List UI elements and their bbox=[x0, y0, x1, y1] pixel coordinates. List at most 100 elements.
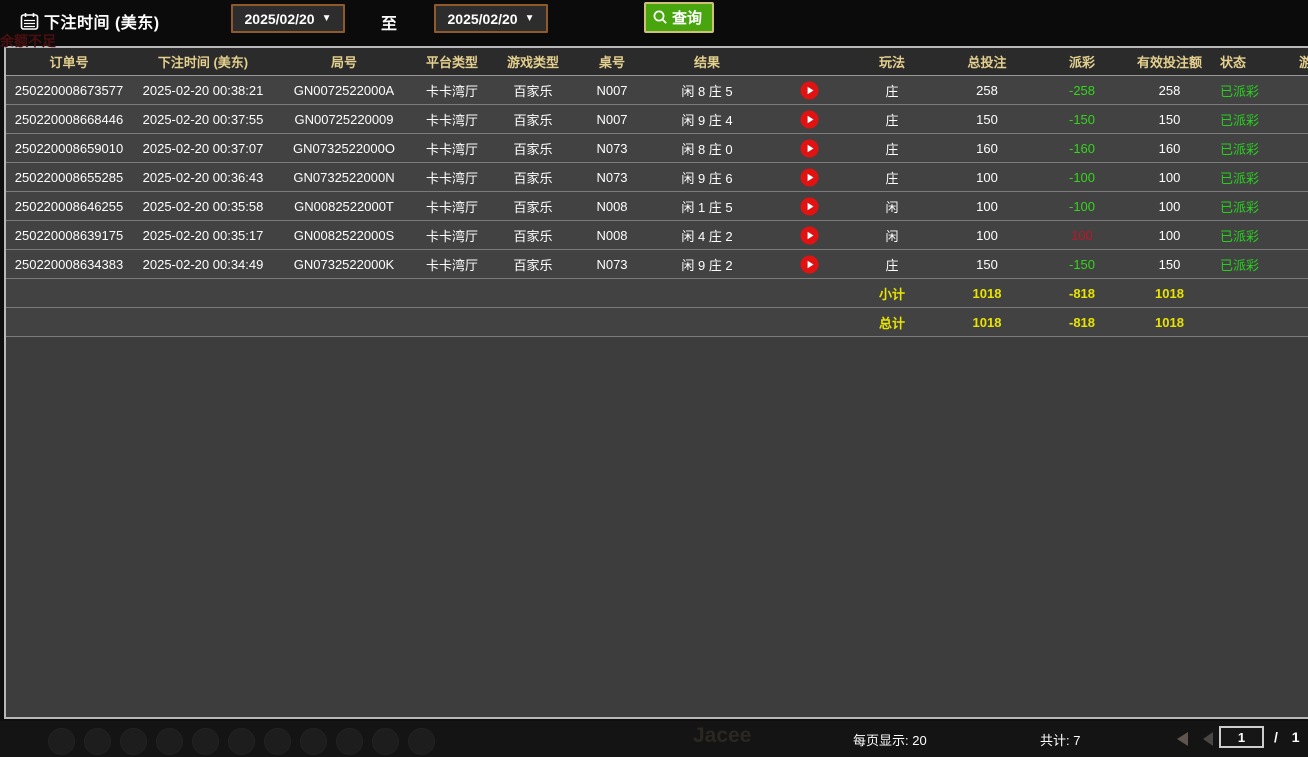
cell-table: N008 bbox=[576, 228, 648, 243]
play-icon[interactable] bbox=[766, 168, 852, 187]
col-header-table: 桌号 bbox=[576, 52, 648, 71]
cell-order: 250220008673577 bbox=[6, 83, 132, 98]
cell-game: 百家乐 bbox=[490, 81, 576, 100]
cell-round: GN0082522000S bbox=[274, 228, 414, 243]
date-from-value: 2025/02/20 bbox=[245, 11, 315, 27]
play-icon[interactable] bbox=[766, 226, 852, 245]
records-table: 订单号下注时间 (美东)局号平台类型游戏类型桌号结果玩法总投注派彩有效投注额状态… bbox=[4, 46, 1308, 719]
per-page-label: 每页显示: 20 bbox=[853, 730, 927, 749]
cell-platform: 卡卡湾厅 bbox=[414, 197, 490, 216]
cell-total_bet: 160 bbox=[932, 141, 1042, 156]
cell-table: N008 bbox=[576, 199, 648, 214]
cell-total_bet: 100 bbox=[932, 170, 1042, 185]
prev-page-icon[interactable] bbox=[1203, 732, 1213, 746]
cell-table: N007 bbox=[576, 112, 648, 127]
cell-round: GN0732522000N bbox=[274, 170, 414, 185]
cell-play bbox=[766, 168, 852, 187]
cell-valid_bet: 1018 bbox=[1122, 286, 1217, 301]
cell-order: 250220008668446 bbox=[6, 112, 132, 127]
cell-total_bet: 1018 bbox=[932, 286, 1042, 301]
cell-payout: 100 bbox=[1042, 228, 1122, 243]
col-header-payout: 派彩 bbox=[1042, 52, 1122, 71]
cell-total_bet: 150 bbox=[932, 112, 1042, 127]
cell-round: GN0732522000O bbox=[274, 141, 414, 156]
cell-platform: 卡卡湾厅 bbox=[414, 168, 490, 187]
play-icon[interactable] bbox=[766, 81, 852, 100]
cell-play bbox=[766, 110, 852, 129]
col-header-platform: 平台类型 bbox=[414, 52, 490, 71]
cell-game: 百家乐 bbox=[490, 226, 576, 245]
cell-platform: 卡卡湾厅 bbox=[414, 139, 490, 158]
cell-result: 闲 9 庄 2 bbox=[648, 255, 766, 274]
cell-status: 已派彩 bbox=[1217, 139, 1285, 158]
cell-total_bet: 1018 bbox=[932, 315, 1042, 330]
cell-game: 百家乐 bbox=[490, 255, 576, 274]
play-icon[interactable] bbox=[766, 255, 852, 274]
cell-status: 已派彩 bbox=[1217, 197, 1285, 216]
table-row: 2502200086684462025-02-20 00:37:55GN0072… bbox=[6, 105, 1308, 134]
total-row: 总计1018-8181018 bbox=[6, 308, 1308, 337]
first-page-icon[interactable] bbox=[1177, 732, 1188, 746]
col-header-status: 状态 bbox=[1217, 52, 1285, 71]
cell-round: GN0732522000K bbox=[274, 257, 414, 272]
cell-payout: -150 bbox=[1042, 257, 1122, 272]
cell-valid_bet: 100 bbox=[1122, 199, 1217, 214]
cell-game: 百家乐 bbox=[490, 139, 576, 158]
cell-status: 已派彩 bbox=[1217, 255, 1285, 274]
query-button[interactable]: 查询 bbox=[644, 2, 714, 33]
calendar-icon bbox=[20, 12, 39, 31]
date-from-picker[interactable]: 2025/02/20 ▼ bbox=[231, 4, 345, 33]
cell-play bbox=[766, 139, 852, 158]
cell-time: 2025-02-20 00:37:07 bbox=[132, 141, 274, 156]
play-icon[interactable] bbox=[766, 197, 852, 216]
table-row: 2502200086343832025-02-20 00:34:49GN0732… bbox=[6, 250, 1308, 279]
cell-valid_bet: 150 bbox=[1122, 112, 1217, 127]
query-button-label: 查询 bbox=[672, 7, 702, 28]
cell-payout: -150 bbox=[1042, 112, 1122, 127]
cell-platform: 卡卡湾厅 bbox=[414, 110, 490, 129]
col-header-total_bet: 总投注 bbox=[932, 52, 1042, 71]
play-icon[interactable] bbox=[766, 139, 852, 158]
cell-payout: -160 bbox=[1042, 141, 1122, 156]
cell-order: 250220008639175 bbox=[6, 228, 132, 243]
cell-valid_bet: 160 bbox=[1122, 141, 1217, 156]
table-row: 2502200086590102025-02-20 00:37:07GN0732… bbox=[6, 134, 1308, 163]
cell-result: 闲 8 庄 0 bbox=[648, 139, 766, 158]
cell-play bbox=[766, 197, 852, 216]
cell-time: 2025-02-20 00:35:17 bbox=[132, 228, 274, 243]
cell-payout: -100 bbox=[1042, 170, 1122, 185]
play-icon[interactable] bbox=[766, 110, 852, 129]
total-count-label: 共计: 7 bbox=[1040, 730, 1080, 749]
cell-method: 庄 bbox=[852, 139, 932, 158]
background-balance-text: 余额不足 bbox=[0, 31, 56, 51]
cell-order: 250220008655285 bbox=[6, 170, 132, 185]
cell-round: GN0082522000T bbox=[274, 199, 414, 214]
cell-order: 250220008646255 bbox=[6, 199, 132, 214]
date-to-picker[interactable]: 2025/02/20 ▼ bbox=[434, 4, 548, 33]
cell-method: 庄 bbox=[852, 255, 932, 274]
search-icon bbox=[652, 9, 669, 26]
cell-play bbox=[766, 255, 852, 274]
cell-table: N007 bbox=[576, 83, 648, 98]
cell-play bbox=[766, 81, 852, 100]
cell-result: 闲 4 庄 2 bbox=[648, 226, 766, 245]
col-header-detail: 游戏 bbox=[1285, 52, 1308, 71]
background-chip-icons bbox=[48, 728, 435, 755]
cell-payout: -818 bbox=[1042, 315, 1122, 330]
cell-play bbox=[766, 226, 852, 245]
cell-result: 闲 1 庄 5 bbox=[648, 197, 766, 216]
cell-status: 已派彩 bbox=[1217, 110, 1285, 129]
page-number-input[interactable] bbox=[1219, 726, 1264, 748]
cell-payout: -818 bbox=[1042, 286, 1122, 301]
date-to-value: 2025/02/20 bbox=[448, 11, 518, 27]
cell-method: 小计 bbox=[852, 284, 932, 303]
cell-valid_bet: 150 bbox=[1122, 257, 1217, 272]
col-header-order: 订单号 bbox=[6, 52, 132, 71]
cell-status: 已派彩 bbox=[1217, 81, 1285, 100]
cell-valid_bet: 100 bbox=[1122, 170, 1217, 185]
top-toolbar: 下注时间 (美东) 2025/02/20 ▼ 至 2025/02/20 ▼ 查询 bbox=[0, 0, 1308, 46]
cell-valid_bet: 258 bbox=[1122, 83, 1217, 98]
cell-payout: -100 bbox=[1042, 199, 1122, 214]
col-header-time: 下注时间 (美东) bbox=[132, 52, 274, 71]
cell-result: 闲 9 庄 4 bbox=[648, 110, 766, 129]
